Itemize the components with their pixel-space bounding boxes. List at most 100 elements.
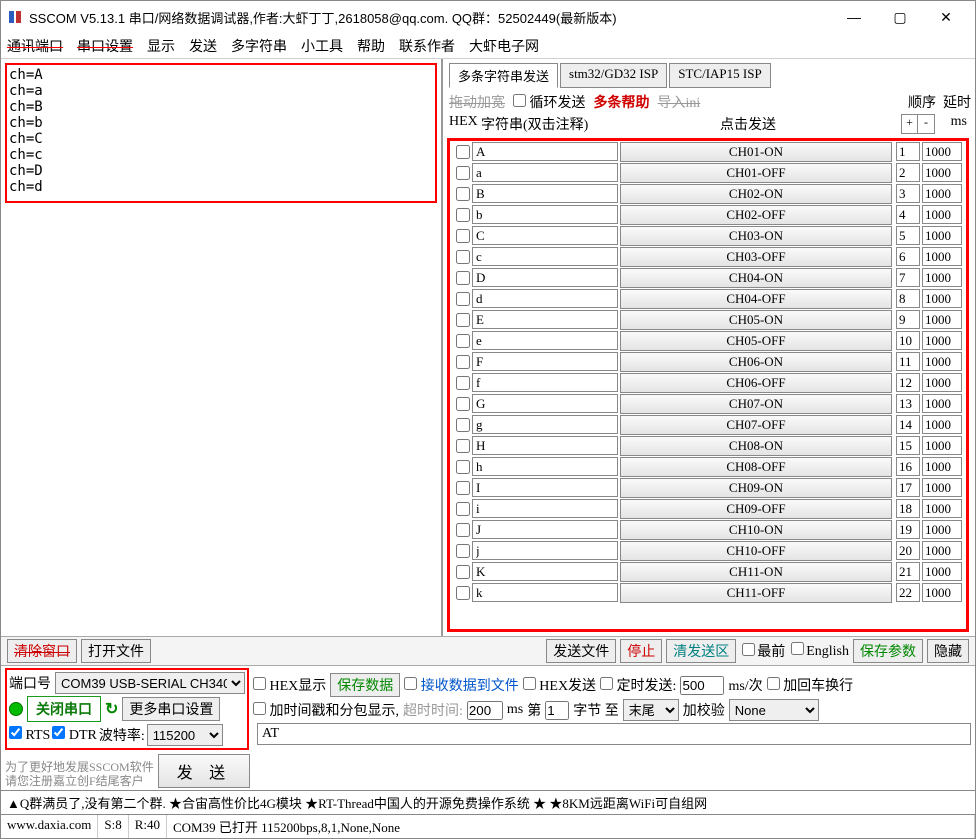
hex-checkbox[interactable]: [456, 523, 470, 537]
tab-stm32-isp[interactable]: stm32/GD32 ISP: [560, 63, 667, 88]
string-input[interactable]: [472, 205, 618, 224]
string-input[interactable]: [472, 562, 618, 581]
string-input[interactable]: [472, 394, 618, 413]
delay-input[interactable]: [922, 541, 962, 560]
hex-checkbox[interactable]: [456, 418, 470, 432]
loop-checkbox[interactable]: [513, 94, 526, 107]
string-input[interactable]: [472, 331, 618, 350]
hex-checkbox[interactable]: [456, 376, 470, 390]
seq-input[interactable]: [896, 415, 920, 434]
seq-input[interactable]: [896, 436, 920, 455]
string-input[interactable]: [472, 478, 618, 497]
send-textarea[interactable]: AT: [257, 723, 971, 745]
hex-checkbox[interactable]: [456, 271, 470, 285]
send-row-button[interactable]: CH03-ON: [620, 226, 892, 246]
seq-input[interactable]: [896, 394, 920, 413]
send-row-button[interactable]: CH11-OFF: [620, 583, 892, 603]
string-input[interactable]: [472, 499, 618, 518]
seq-input[interactable]: [896, 289, 920, 308]
menu-multistr[interactable]: 多字符串: [231, 36, 287, 56]
send-row-button[interactable]: CH08-OFF: [620, 457, 892, 477]
delay-input[interactable]: [922, 163, 962, 182]
opt-help[interactable]: 多条帮助: [594, 92, 650, 112]
seq-input[interactable]: [896, 352, 920, 371]
seq-input[interactable]: [896, 520, 920, 539]
string-input[interactable]: [472, 352, 618, 371]
timed-send[interactable]: 定时发送:: [600, 675, 676, 695]
send-row-button[interactable]: CH07-ON: [620, 394, 892, 414]
save-params[interactable]: 保存参数: [853, 639, 923, 663]
send-row-button[interactable]: CH05-ON: [620, 310, 892, 330]
string-input[interactable]: [472, 520, 618, 539]
plus-minus[interactable]: +-: [901, 114, 935, 134]
checksum-select[interactable]: None: [729, 699, 819, 721]
port-select[interactable]: COM39 USB-SERIAL CH340: [55, 672, 245, 694]
hex-checkbox[interactable]: [456, 439, 470, 453]
send-row-button[interactable]: CH10-ON: [620, 520, 892, 540]
string-input[interactable]: [472, 289, 618, 308]
menu-tools[interactable]: 小工具: [301, 36, 343, 56]
maximize-button[interactable]: ▢: [877, 2, 923, 32]
send-file[interactable]: 发送文件: [546, 639, 616, 663]
delay-input[interactable]: [922, 373, 962, 392]
send-row-button[interactable]: CH01-ON: [620, 142, 892, 162]
topmost[interactable]: 最前: [740, 641, 785, 661]
send-row-button[interactable]: CH09-ON: [620, 478, 892, 498]
seq-input[interactable]: [896, 268, 920, 287]
hex-checkbox[interactable]: [456, 208, 470, 222]
delay-input[interactable]: [922, 310, 962, 329]
tab-stc-isp[interactable]: STC/IAP15 ISP: [669, 63, 770, 88]
add-crlf[interactable]: 加回车换行: [767, 675, 854, 695]
seq-input[interactable]: [896, 457, 920, 476]
recv-to-file[interactable]: 接收数据到文件: [404, 675, 519, 695]
seq-input[interactable]: [896, 478, 920, 497]
delay-input[interactable]: [922, 247, 962, 266]
hex-checkbox[interactable]: [456, 166, 470, 180]
seq-input[interactable]: [896, 247, 920, 266]
seq-input[interactable]: [896, 331, 920, 350]
menu-port[interactable]: 通讯端口: [7, 36, 63, 56]
send-row-button[interactable]: CH06-ON: [620, 352, 892, 372]
seq-input[interactable]: [896, 205, 920, 224]
hex-checkbox[interactable]: [456, 250, 470, 264]
clear-window[interactable]: 清除窗口: [7, 639, 77, 663]
hex-show[interactable]: HEX显示: [253, 675, 326, 695]
hex-checkbox[interactable]: [456, 229, 470, 243]
hex-checkbox[interactable]: [456, 460, 470, 474]
delay-input[interactable]: [922, 205, 962, 224]
send-row-button[interactable]: CH02-ON: [620, 184, 892, 204]
timestamp-check[interactable]: 加时间戳和分包显示,: [253, 700, 399, 720]
big-send-button[interactable]: 发 送: [158, 754, 250, 788]
string-input[interactable]: [472, 184, 618, 203]
close-port-btn[interactable]: 关闭串口: [27, 696, 101, 722]
hex-checkbox[interactable]: [456, 187, 470, 201]
link-bar[interactable]: ▲Q群满员了,没有第二个群. ★合宙高性价比4G模块 ★RT-Thread中国人…: [1, 790, 975, 814]
seq-input[interactable]: [896, 310, 920, 329]
seq-input[interactable]: [896, 499, 920, 518]
rts-check[interactable]: RTS: [9, 726, 50, 744]
send-row-button[interactable]: CH03-OFF: [620, 247, 892, 267]
hex-checkbox[interactable]: [456, 565, 470, 579]
send-row-button[interactable]: CH08-ON: [620, 436, 892, 456]
hex-checkbox[interactable]: [456, 334, 470, 348]
delay-input[interactable]: [922, 478, 962, 497]
delay-input[interactable]: [922, 499, 962, 518]
menu-send[interactable]: 发送: [189, 36, 217, 56]
send-row-button[interactable]: CH07-OFF: [620, 415, 892, 435]
hex-checkbox[interactable]: [456, 313, 470, 327]
string-input[interactable]: [472, 247, 618, 266]
string-input[interactable]: [472, 541, 618, 560]
opt-loop[interactable]: 循环发送: [513, 92, 586, 112]
string-input[interactable]: [472, 142, 618, 161]
string-input[interactable]: [472, 457, 618, 476]
delay-input[interactable]: [922, 415, 962, 434]
seq-input[interactable]: [896, 163, 920, 182]
interval-input[interactable]: [680, 676, 724, 695]
hex-checkbox[interactable]: [456, 544, 470, 558]
delay-input[interactable]: [922, 226, 962, 245]
minimize-button[interactable]: —: [831, 2, 877, 32]
baud-select[interactable]: 115200: [147, 724, 223, 746]
send-row-button[interactable]: CH01-OFF: [620, 163, 892, 183]
bytepos-input[interactable]: [545, 701, 569, 720]
string-input[interactable]: [472, 226, 618, 245]
